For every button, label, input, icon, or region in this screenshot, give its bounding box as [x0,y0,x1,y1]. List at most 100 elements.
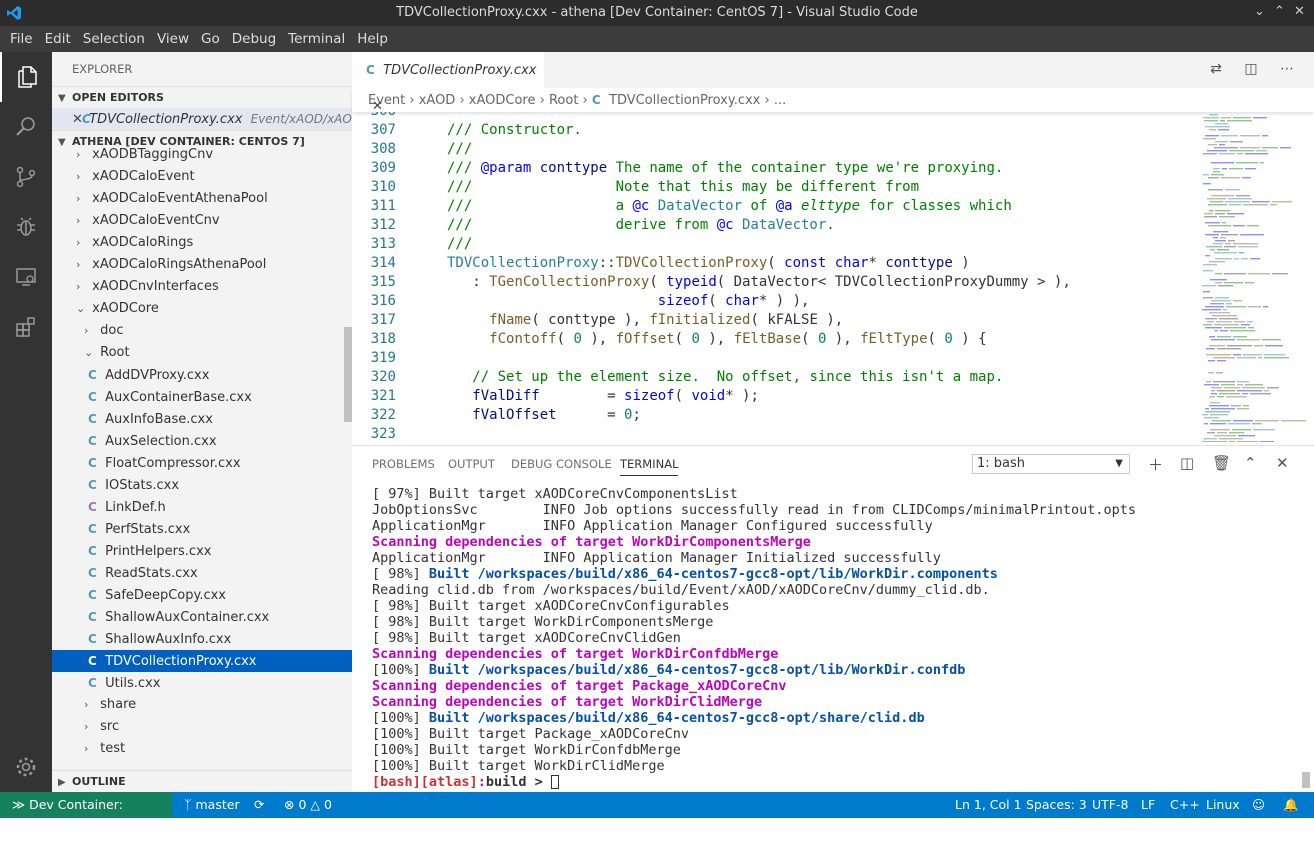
code-line[interactable]: 322 fValOffset = 0; [352,406,1202,425]
remote-explorer-icon[interactable] [0,252,52,302]
tree-file[interactable]: C FloatCompressor.cxx [52,452,352,474]
code-line[interactable]: 306 [352,112,1202,121]
tree-folder[interactable]: ⌄ Root [52,342,352,364]
breadcrumb-item[interactable]: xAOD [419,93,456,108]
tree-folder[interactable]: › xAODBTaggingCnv [52,144,352,166]
debug-icon[interactable] [0,202,52,252]
split-terminal-icon[interactable]: ◫ [1180,454,1194,472]
code-line[interactable]: 316 sizeof( char* ) ), [352,292,1202,311]
tree-file[interactable]: C SafeDeepCopy.cxx [52,584,352,606]
menu-help[interactable]: Help [351,26,394,52]
close-icon[interactable]: ✕ [52,109,83,130]
tree-file[interactable]: C TDVCollectionProxy.cxx [52,650,352,672]
split-editor-icon[interactable]: ◫ [1244,61,1257,77]
code-line[interactable]: 313 /// [352,235,1202,254]
menu-edit[interactable]: Edit [39,26,77,52]
minimap[interactable] [1200,112,1310,442]
tab-problems[interactable]: PROBLEMS [372,457,435,471]
tree-file[interactable]: C AddDVProxy.cxx [52,364,352,386]
breadcrumb-item[interactable]: TDVCollectionProxy.cxx [609,93,760,108]
maximize-panel-icon[interactable]: ⌃ [1244,454,1257,472]
code-area[interactable]: 306307 /// Constructor. 308 /// 309 /// @para… [352,112,1314,445]
tree-file[interactable]: C IOStats.cxx [52,474,352,496]
tab-terminal[interactable]: TERMINAL [620,457,679,476]
tree-file[interactable]: C AuxContainerBase.cxx [52,386,352,408]
tree-folder[interactable]: › src [52,716,352,738]
language-mode[interactable]: C++ [1170,792,1200,818]
code-line[interactable]: 318 fContoff( 0 ), fOffset( 0 ), fEltBas… [352,330,1202,349]
tree-folder[interactable]: › xAODCaloRings [52,232,352,254]
terminal-select[interactable]: 1: bash ▼ [972,454,1130,474]
extensions-icon[interactable] [0,302,52,352]
code-line[interactable]: 308 /// [352,140,1202,159]
sidebar-scrollbar[interactable] [344,327,352,422]
code-line[interactable]: 315 : TGenCollectionProxy( typeid( DataV… [352,273,1202,292]
menu-go[interactable]: Go [195,26,226,52]
minimize-chevron-icon[interactable]: ⌄ [1254,4,1265,19]
terminal-scrollbar[interactable] [1302,772,1310,788]
tree-file[interactable]: C LinkDef.h [52,496,352,518]
code-line[interactable]: 312 /// derive from @c DataVector. [352,216,1202,235]
tree-file[interactable]: C ShallowAuxInfo.cxx [52,628,352,650]
tree-folder[interactable]: › share [52,694,352,716]
notification-bell-icon[interactable]: 🔔 [1283,792,1299,818]
tree-file[interactable]: C ReadStats.cxx [52,562,352,584]
breadcrumb-item[interactable]: Root [549,93,578,108]
tree-folder[interactable]: › xAODCnvInterfaces [52,276,352,298]
code-line[interactable]: 311 /// a @c DataVector of @a elttype for… [352,197,1202,216]
tree-folder[interactable]: › doc [52,320,352,342]
indentation[interactable]: Spaces: 3 [1026,792,1087,818]
menu-selection[interactable]: Selection [77,26,151,52]
terminal-output[interactable]: [ 97%] Built target xAODCoreCnvComponent… [372,486,1136,790]
code-line[interactable]: 317 fName( conttype ), fInitialized( kFA… [352,311,1202,330]
tree-file[interactable]: C AuxSelection.cxx [52,430,352,452]
tree-file[interactable]: C AuxInfoBase.cxx [52,408,352,430]
tab-debug-console[interactable]: DEBUG CONSOLE [511,457,612,471]
tree-file[interactable]: C Utils.cxx [52,672,352,694]
os-indicator[interactable]: Linux [1206,792,1240,818]
code-line[interactable]: 321 fValDiff = sizeof( void* ); [352,387,1202,406]
code-line[interactable]: 310 /// Note that this may be different f… [352,178,1202,197]
more-actions-icon[interactable]: ⋯ [1280,61,1294,77]
gear-icon[interactable] [0,742,52,792]
explorer-icon[interactable] [0,52,52,102]
menu-file[interactable]: File [4,26,39,52]
trash-icon[interactable]: 🗑 [1212,454,1231,472]
close-window-icon[interactable]: ✕ [1294,4,1305,19]
problems-indicator[interactable]: ⊗ 0 △ 0 [284,792,332,818]
tree-folder[interactable]: › xAODCaloEvent [52,166,352,188]
cursor-position[interactable]: Ln 1, Col 1 [955,792,1022,818]
maximize-chevron-icon[interactable]: ⌃ [1274,4,1285,19]
code-line[interactable]: 320 // Set up the element size. No offse… [352,368,1202,387]
new-terminal-icon[interactable]: ＋ [1148,454,1163,475]
menu-view[interactable]: View [151,26,195,52]
tree-file[interactable]: C PrintHelpers.cxx [52,540,352,562]
tree-folder[interactable]: › xAODCaloEventAthenaPool [52,188,352,210]
code-line[interactable]: 323 [352,425,1202,444]
code-line[interactable]: 319 [352,349,1202,368]
breadcrumb-item[interactable]: ... [774,93,786,108]
outline-section[interactable]: ▶ OUTLINE [52,770,352,792]
tree-file[interactable]: C PerfStats.cxx [52,518,352,540]
code-line[interactable]: 314 TDVCollectionProxy::TDVCollectionProx… [352,254,1202,273]
open-changes-icon[interactable]: ⇄ [1210,61,1222,77]
remote-indicator[interactable]: ≫ Dev Container: CentOS 7 [0,792,172,838]
tree-folder[interactable]: ⌄ xAODCore [52,298,352,320]
menu-debug[interactable]: Debug [226,26,282,52]
tree-folder[interactable]: › xAODCaloEventCnv [52,210,352,232]
code-line[interactable]: 307 /// Constructor. [352,121,1202,140]
encoding[interactable]: UTF-8 [1092,792,1128,818]
tree-file[interactable]: C ShallowAuxContainer.cxx [52,606,352,628]
close-panel-icon[interactable]: ✕ [1276,454,1289,472]
end-of-line[interactable]: LF [1141,792,1155,818]
open-editor-item[interactable]: ✕C TDVCollectionProxy.cxx Event/xAOD/xAO… [52,108,352,130]
source-control-icon[interactable] [0,152,52,202]
menu-terminal[interactable]: Terminal [282,26,351,52]
feedback-smiley-icon[interactable]: ☺ [1252,792,1265,818]
code-line[interactable]: 309 /// @param conttype The name of the c… [352,159,1202,178]
terminal-prompt[interactable]: [bash][atlas]:build > [372,774,1136,790]
tree-folder[interactable]: › test [52,738,352,756]
tree-folder[interactable]: › xAODCaloRingsAthenaPool [52,254,352,276]
branch-indicator[interactable]: ᛉ master [184,792,240,818]
breadcrumb-item[interactable]: xAODCore [469,93,536,108]
